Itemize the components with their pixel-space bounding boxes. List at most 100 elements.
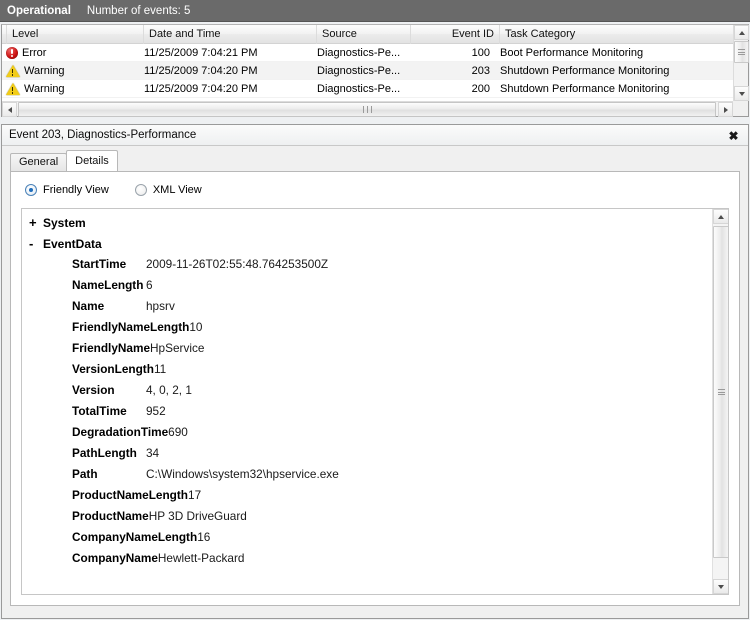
- data-label: FriendlyName: [72, 341, 151, 355]
- chevron-left-icon: [7, 106, 12, 113]
- scroll-right-button[interactable]: [718, 102, 733, 117]
- tab-general[interactable]: General: [10, 153, 68, 171]
- data-value: 16: [197, 530, 211, 544]
- data-row: CompanyNameLength 16: [22, 530, 712, 551]
- detail-tabstrip: General Details: [10, 150, 118, 171]
- data-label: Name: [72, 299, 105, 313]
- data-value: 10: [189, 320, 203, 334]
- data-value: hpsrv: [146, 299, 175, 313]
- data-row: Name hpsrv: [22, 299, 712, 320]
- collapse-icon[interactable]: -: [29, 236, 43, 251]
- radio-friendly-view[interactable]: Friendly View: [25, 184, 109, 196]
- expand-icon[interactable]: +: [29, 215, 43, 230]
- data-row: TotalTime 952: [22, 404, 712, 425]
- data-value: 17: [188, 488, 202, 502]
- tree-node-label: EventData: [43, 237, 102, 251]
- chevron-up-icon: [738, 30, 745, 35]
- data-label: ProductName: [72, 509, 149, 523]
- column-header-event-id[interactable]: Event ID: [411, 24, 500, 44]
- data-row: Version 4, 0, 2, 1: [22, 383, 712, 404]
- data-row: PathLength 34: [22, 446, 712, 467]
- event-data-box: + System - EventData StartTime 2009-11-26T02:…: [21, 208, 729, 595]
- tree-node-eventdata[interactable]: - EventData: [22, 236, 712, 257]
- data-row: CompanyName Hewlett-Packard: [22, 551, 712, 572]
- event-list-vscrollbar[interactable]: [733, 25, 749, 101]
- cell-datetime: 11/25/2009 7:04:20 PM: [144, 64, 258, 77]
- vscroll-thumb[interactable]: [734, 41, 749, 63]
- cell-level: Error: [2, 44, 139, 62]
- level-label: Warning: [24, 82, 65, 95]
- detail-tab-body: Friendly View XML View + System - EventData…: [10, 171, 740, 606]
- data-label: Version: [72, 383, 115, 397]
- tab-details[interactable]: Details: [66, 150, 118, 171]
- data-value: 34: [146, 446, 160, 460]
- event-list-hscrollbar[interactable]: [2, 101, 748, 117]
- event-detail-pane: Event 203, Diagnostics-Performance ✖ Gen…: [1, 124, 749, 619]
- grip-icon: [361, 106, 373, 113]
- table-row[interactable]: Warning 11/25/2009 7:04:20 PM Diagnostics-…: [2, 62, 733, 80]
- data-label: NameLength: [72, 278, 144, 292]
- radio-selected-icon: [25, 184, 37, 196]
- column-header-level[interactable]: Level: [7, 24, 144, 44]
- tree-node-label: System: [43, 216, 86, 230]
- radio-xml-view[interactable]: XML View: [134, 184, 202, 196]
- scroll-up-button[interactable]: [734, 25, 749, 40]
- event-list-header: Level Date and Time Source Event ID Task…: [2, 24, 748, 44]
- close-icon[interactable]: ✖: [725, 127, 742, 144]
- scroll-up-button[interactable]: [713, 209, 728, 224]
- data-value: Hewlett-Packard: [157, 551, 245, 565]
- data-label: TotalTime: [72, 404, 127, 418]
- scrollbar-corner: [733, 101, 748, 116]
- view-mode-radio-group: Friendly View XML View: [25, 184, 202, 196]
- cell-source: Diagnostics-Pe...: [317, 82, 401, 95]
- scroll-down-button[interactable]: [713, 579, 728, 594]
- event-viewer-window: Operational Number of events: 5 Level Da…: [0, 0, 750, 620]
- level-label: Error: [22, 46, 47, 59]
- data-label: Path: [72, 467, 98, 481]
- vscroll-thumb[interactable]: [713, 226, 728, 558]
- data-value: 6: [146, 278, 153, 292]
- event-count-label: Number of events: 5: [86, 4, 191, 17]
- chevron-right-icon: [723, 106, 728, 113]
- cell-level: Warning: [2, 62, 139, 80]
- data-row: FriendlyName HpService: [22, 341, 712, 362]
- table-row[interactable]: Error 11/25/2009 7:04:21 PM Diagnostics-Pe…: [2, 44, 733, 62]
- data-row: ProductName HP 3D DriveGuard: [22, 509, 712, 530]
- warning-icon: [6, 64, 20, 77]
- table-row[interactable]: Warning 11/25/2009 7:04:20 PM Diagnostics-…: [2, 80, 733, 98]
- data-label: CompanyNameLength: [72, 530, 198, 544]
- scroll-left-button[interactable]: [2, 102, 17, 117]
- data-value: HP 3D DriveGuard: [148, 509, 247, 523]
- cell-source: Diagnostics-Pe...: [317, 46, 401, 59]
- data-row: NameLength 6: [22, 278, 712, 299]
- data-value: 2009-11-26T02:55:48.764253500Z: [146, 257, 329, 271]
- data-row: ProductNameLength 17: [22, 488, 712, 509]
- data-row: DegradationTime 690: [22, 425, 712, 446]
- data-row: StartTime 2009-11-26T02:55:48.764253500Z: [22, 257, 712, 278]
- hscroll-thumb[interactable]: [18, 102, 716, 117]
- data-value: 4, 0, 2, 1: [146, 383, 192, 397]
- data-label: VersionLength: [72, 362, 154, 376]
- cell-task-category: Shutdown Performance Monitoring: [500, 64, 670, 77]
- data-label: PathLength: [72, 446, 137, 460]
- warning-icon: [6, 82, 20, 95]
- scroll-down-button[interactable]: [734, 86, 749, 101]
- radio-friendly-view-label: Friendly View: [43, 184, 109, 196]
- data-label: FriendlyNameLength: [72, 320, 190, 334]
- data-row: FriendlyNameLength 10: [22, 320, 712, 341]
- chevron-up-icon: [718, 214, 724, 219]
- detail-title-text: Event 203, Diagnostics-Performance: [9, 129, 197, 141]
- chevron-down-icon: [738, 91, 745, 96]
- radio-unselected-icon: [134, 184, 147, 196]
- log-header-bar: Operational Number of events: 5: [0, 0, 750, 22]
- column-header-source[interactable]: Source: [317, 24, 411, 44]
- cell-event-id: 100: [471, 46, 490, 59]
- column-header-datetime[interactable]: Date and Time: [144, 24, 317, 44]
- event-data-vscrollbar[interactable]: [712, 209, 728, 594]
- cell-event-id: 200: [471, 82, 490, 95]
- column-header-task-category[interactable]: Task Category: [500, 25, 725, 44]
- data-value: 952: [146, 404, 166, 418]
- cell-datetime: 11/25/2009 7:04:21 PM: [144, 46, 258, 59]
- tree-node-system[interactable]: + System: [22, 215, 712, 236]
- cell-datetime: 11/25/2009 7:04:20 PM: [144, 82, 258, 95]
